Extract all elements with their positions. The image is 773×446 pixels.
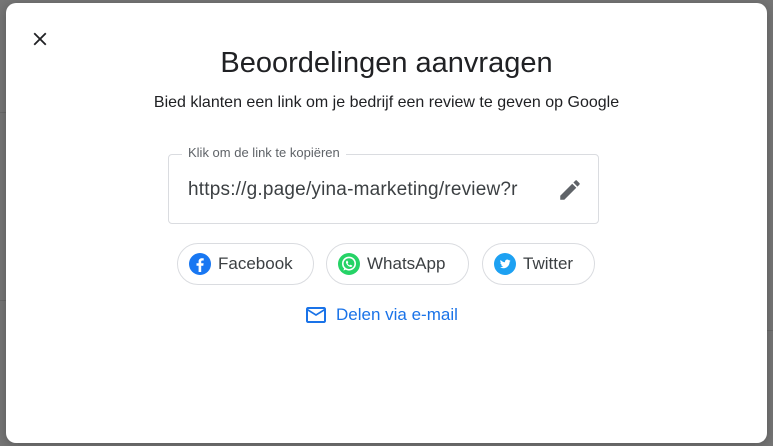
review-link-label: Klik om de link te kopiëren [182,145,346,160]
share-twitter-label: Twitter [523,254,574,273]
share-facebook-label: Facebook [218,254,293,273]
dialog-subtitle: Bied klanten een link om je bedrijf een … [153,94,620,111]
mail-icon [304,303,328,327]
edit-link-button[interactable] [556,176,584,204]
share-whatsapp-label: WhatsApp [367,254,446,273]
dialog-title: Beoordelingen aanvragen [220,47,553,79]
share-email-link[interactable]: Delen via e-mail [304,302,458,328]
share-facebook-button[interactable]: Facebook [177,243,314,285]
review-link-field[interactable]: Klik om de link te kopiëren https://g.pa… [168,145,599,224]
facebook-icon [188,252,212,276]
review-link-value[interactable]: https://g.page/yina-marketing/review?r [188,179,540,201]
share-twitter-button[interactable]: Twitter [482,243,595,285]
share-email-label: Delen via e-mail [336,305,458,324]
share-whatsapp-button[interactable]: WhatsApp [326,243,469,285]
background-divider [767,330,773,331]
whatsapp-icon [337,252,361,276]
pencil-icon [560,180,580,200]
twitter-icon [493,252,517,276]
request-reviews-dialog: Beoordelingen aanvragen Bied klanten een… [6,3,767,443]
